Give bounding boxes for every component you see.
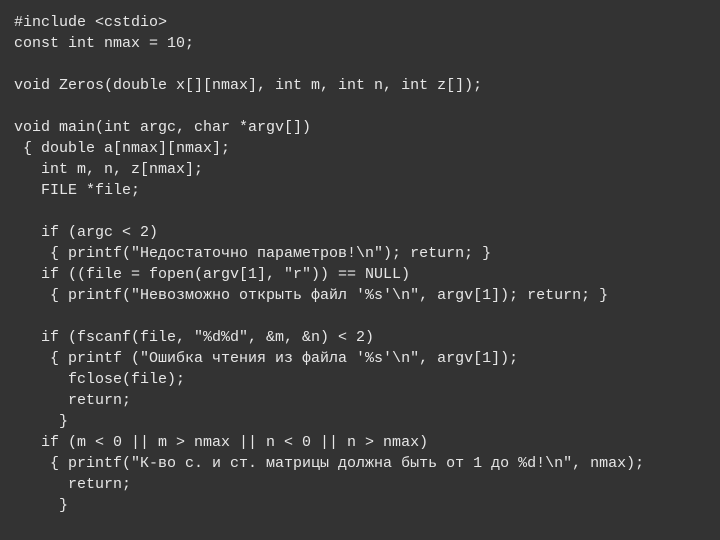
code-slide: #include <cstdio> const int nmax = 10; v…: [0, 0, 720, 540]
code-block: #include <cstdio> const int nmax = 10; v…: [14, 12, 706, 516]
